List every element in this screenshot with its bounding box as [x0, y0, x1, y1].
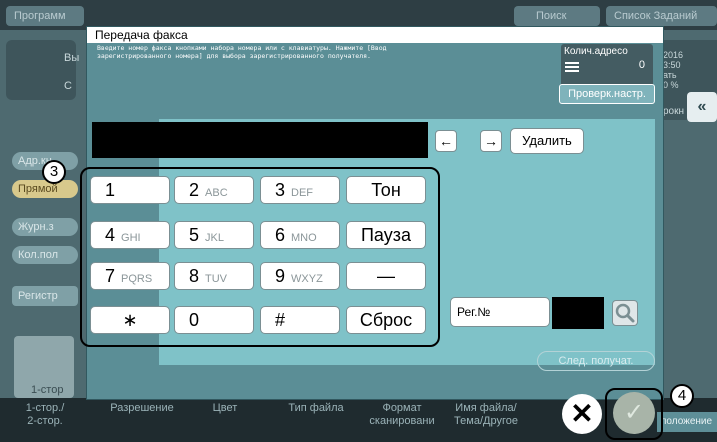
key-9[interactable]: 9 WXYZ [260, 262, 340, 290]
key-asterisk[interactable]: ∗ [90, 306, 170, 334]
callout-3: 3 [42, 160, 66, 184]
key-9-letters: WXYZ [291, 273, 323, 285]
background-page-label: 1-стор [31, 384, 64, 396]
key-8[interactable]: 8 TUV [174, 262, 254, 290]
key-0[interactable]: 0 [174, 306, 254, 334]
registered-number-button[interactable]: Рег.№ [450, 297, 550, 327]
destination-count-label: Колич.адресо [564, 46, 628, 57]
background-register: Регистр [12, 286, 78, 306]
delete-button[interactable]: Удалить [510, 128, 584, 154]
key-8-label: 8 [189, 266, 200, 286]
background-tab-program: Программ [6, 6, 84, 26]
key-asterisk-label: ∗ [122, 310, 138, 330]
key-hash-label: # [275, 310, 286, 330]
key-7[interactable]: 7 PQRS [90, 262, 170, 290]
background-mode-panel: Вы С [6, 40, 80, 100]
key-8-letters: TUV [205, 273, 228, 285]
key-3[interactable]: 3 DEF [260, 176, 340, 204]
background-pill-log: Журн.з [12, 218, 78, 236]
background-right-info-3: ать [663, 70, 677, 80]
key-4-letters: GHI [121, 232, 141, 244]
key-5[interactable]: 5 JKL [174, 221, 254, 249]
background-tab-search: Поиск [514, 6, 600, 26]
tone-button-label: Тон [371, 180, 401, 200]
pause-button-label: Пауза [360, 225, 411, 245]
dialog-title: Передача факса [87, 27, 663, 43]
key-7-label: 7 [105, 266, 116, 286]
background-bottom-duplex: 1-стор./ 2-стор. [25, 402, 65, 427]
background-right-info-4: 0 % [663, 80, 679, 90]
key-2[interactable]: 2 ABC [174, 176, 254, 204]
background-right-info-1: 2016 [663, 50, 684, 60]
destination-count-value: 0 [638, 59, 645, 71]
key-hash[interactable]: # [260, 306, 340, 334]
key-6[interactable]: 6 MNO [260, 221, 340, 249]
tone-button[interactable]: Тон [346, 176, 426, 204]
key-1[interactable]: 1 [90, 176, 170, 204]
background-mode-label: Вы [64, 52, 80, 64]
pause-button[interactable]: Пауза [346, 221, 426, 249]
list-icon [565, 62, 579, 74]
reset-button[interactable]: Сброс [346, 306, 426, 334]
background-pill-direct: Прямой [12, 180, 78, 198]
background-right-label: рокн [663, 106, 685, 117]
background-bottom-file-type: Тип файла [288, 402, 344, 414]
background-bottom-scan-size: Формат сканировани [369, 402, 435, 427]
collapse-icon: « [687, 92, 717, 122]
search-icon[interactable] [612, 300, 638, 326]
key-4-label: 4 [105, 225, 116, 245]
fax-number-field[interactable] [92, 122, 428, 158]
reset-button-label: Сброс [359, 310, 413, 330]
key-3-label: 3 [275, 180, 286, 200]
next-recipient-button[interactable]: След. получат. [537, 351, 655, 371]
ok-check-icon[interactable]: ✓ [613, 392, 655, 434]
background-layout-label: положение [657, 412, 717, 432]
dash-button[interactable]: — [346, 262, 426, 290]
arrow-left-icon[interactable]: ← [435, 130, 457, 152]
background-right-info-2: 3:50 [663, 60, 681, 70]
key-4[interactable]: 4 GHI [90, 221, 170, 249]
key-7-letters: PQRS [121, 273, 153, 285]
arrow-right-icon[interactable]: → [480, 130, 502, 152]
key-1-label: 1 [105, 180, 116, 200]
key-5-label: 5 [189, 225, 200, 245]
key-9-label: 9 [275, 266, 286, 286]
background-bottom-color: Цвет [212, 402, 238, 414]
key-0-label: 0 [189, 310, 200, 330]
background-tab-job-list: Список Заданий [606, 6, 717, 26]
dash-button-label: — [377, 266, 395, 286]
background-bottom-resolution: Разрешение [110, 402, 174, 414]
check-settings-button[interactable]: Проверк.настр. [559, 84, 655, 104]
key-6-label: 6 [275, 225, 286, 245]
background-pill-count: Кол.пол [12, 246, 78, 264]
dialog-instructions: Введите номер факса кнопками набора номе… [97, 44, 387, 60]
key-2-letters: ABC [205, 187, 228, 199]
key-2-label: 2 [189, 180, 200, 200]
cancel-icon[interactable]: ✕ [562, 394, 602, 434]
key-3-letters: DEF [291, 187, 314, 199]
background-mode-label-2: С [64, 80, 72, 92]
key-5-letters: JKL [205, 232, 224, 244]
registered-number-field[interactable] [552, 297, 604, 329]
callout-4: 4 [670, 384, 694, 408]
key-6-letters: MNO [291, 232, 317, 244]
background-bottom-file-name: Имя файла/ Тема/Другое [454, 402, 518, 427]
